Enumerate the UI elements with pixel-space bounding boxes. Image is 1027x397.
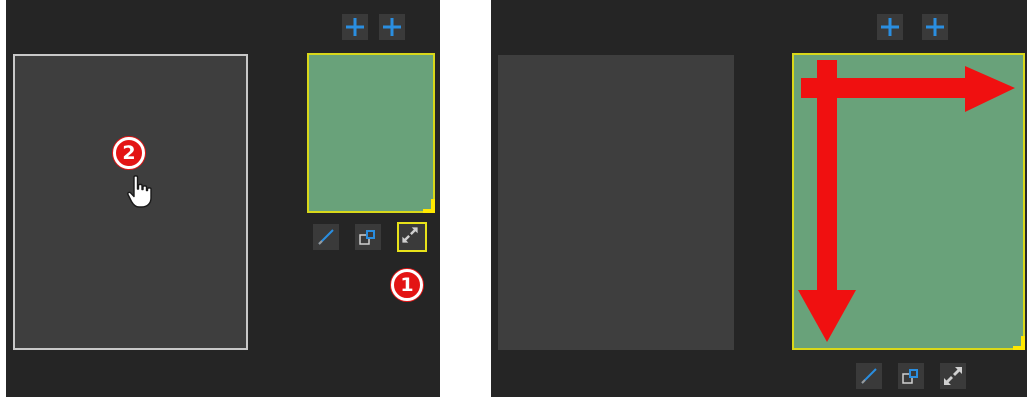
expand-icon bbox=[402, 227, 418, 243]
plus-icon bbox=[383, 18, 401, 36]
duplicate-icon bbox=[359, 230, 375, 245]
pencil-icon bbox=[861, 368, 877, 384]
left-panel-before: 2 1 bbox=[6, 0, 440, 397]
canvas-area[interactable]: 2 bbox=[13, 54, 248, 350]
resize-button[interactable] bbox=[940, 363, 966, 389]
hand-pointer-icon bbox=[127, 175, 152, 208]
arrow-down-icon bbox=[798, 60, 856, 342]
duplicate-button[interactable] bbox=[898, 363, 924, 389]
callout-step-2: 2 bbox=[113, 137, 145, 169]
resize-direction-arrows bbox=[798, 60, 1015, 342]
resize-button[interactable] bbox=[397, 222, 427, 252]
edit-button[interactable] bbox=[856, 363, 882, 389]
add-button-1[interactable] bbox=[342, 14, 368, 40]
resize-handle[interactable] bbox=[423, 199, 435, 213]
right-panel-after bbox=[491, 0, 1027, 397]
callout-step-1: 1 bbox=[391, 269, 423, 301]
expand-icon bbox=[944, 367, 962, 385]
edit-button[interactable] bbox=[313, 224, 339, 250]
pencil-icon bbox=[318, 229, 334, 245]
add-button-2[interactable] bbox=[379, 14, 405, 40]
duplicate-icon bbox=[902, 369, 918, 384]
selected-widget[interactable] bbox=[307, 53, 435, 213]
plus-icon bbox=[346, 18, 364, 36]
duplicate-button[interactable] bbox=[355, 224, 381, 250]
